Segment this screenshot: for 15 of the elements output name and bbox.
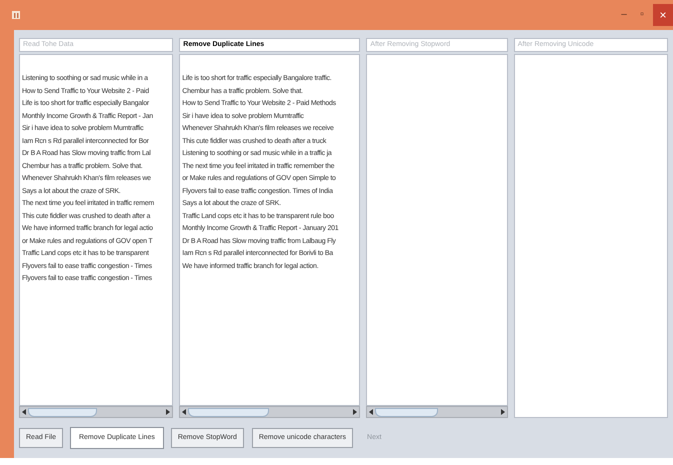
horizontal-scrollbar[interactable]	[19, 406, 174, 418]
scroll-left-icon[interactable]	[367, 408, 376, 416]
close-button[interactable]: ×	[653, 4, 673, 26]
app-icon	[11, 10, 21, 20]
scroll-left-icon[interactable]	[180, 408, 188, 416]
horizontal-scrollbar[interactable]	[366, 406, 508, 418]
horizontal-scrollbar[interactable]	[179, 406, 360, 418]
scroll-right-icon[interactable]	[164, 408, 172, 416]
scroll-left-icon[interactable]	[20, 408, 28, 416]
minimize-button[interactable]: –	[617, 4, 631, 26]
maximize-button[interactable]: ▫	[635, 4, 649, 26]
scroll-right-icon[interactable]	[498, 408, 507, 416]
text-area[interactable]	[179, 54, 360, 406]
text-area[interactable]	[19, 54, 174, 406]
scroll-right-icon[interactable]	[351, 408, 360, 416]
